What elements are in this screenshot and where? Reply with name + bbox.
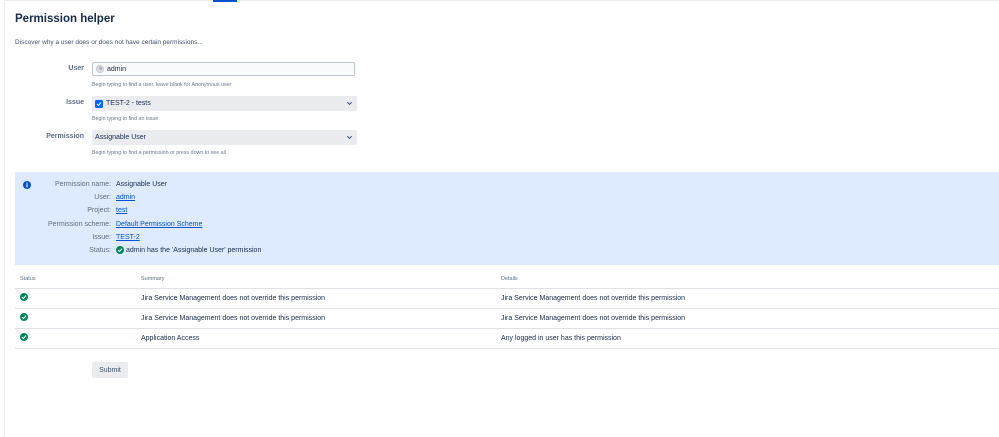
info-project-link[interactable]: test — [116, 207, 127, 214]
permission-select[interactable]: Assignable User — [92, 130, 357, 145]
avatar-icon — [96, 65, 104, 73]
permission-name-label: Permission name: — [54, 181, 111, 188]
info-status-label: Status: — [89, 247, 111, 254]
page-top-border — [4, 0, 999, 1]
row-details: Any logged in user has this permission — [501, 335, 621, 342]
page-description: Discover why a user does or does not hav… — [15, 39, 203, 46]
summary-column-header: Summary — [141, 276, 165, 282]
details-column-header: Details — [501, 276, 518, 282]
check-circle-icon — [20, 333, 28, 341]
info-issue-link[interactable]: TEST-2 — [116, 234, 140, 241]
info-issue-label: Issue: — [92, 234, 111, 241]
info-status: admin has the 'Assignable User' permissi… — [116, 246, 261, 254]
info-scheme-label: Permission scheme: — [47, 221, 111, 228]
info-user-link[interactable]: admin — [116, 194, 135, 201]
row-summary: Jira Service Management does not overrid… — [141, 295, 326, 302]
issue-label: Issue — [66, 99, 84, 106]
issue-hint: Begin typing to find an issue — [92, 116, 159, 122]
result-info-panel: Permission name: Assignable User User: a… — [15, 172, 999, 265]
permission-name-value: Assignable User — [116, 181, 167, 188]
permission-value: Assignable User — [95, 134, 146, 141]
check-circle-icon — [20, 313, 28, 321]
submit-button[interactable]: Submit — [92, 362, 128, 378]
info-scheme-link[interactable]: Default Permission Scheme — [116, 221, 202, 228]
table-row: Jira Service Management does not overrid… — [15, 288, 999, 308]
row-summary: Jira Service Management does not overrid… — [141, 315, 326, 322]
row-summary: Application Access — [141, 335, 200, 342]
table-bottom-divider — [15, 348, 999, 349]
check-circle-icon — [116, 246, 124, 254]
user-picker-input[interactable]: admin — [92, 62, 355, 76]
info-project-label: Project: — [87, 207, 111, 214]
table-row: Jira Service Management does not overrid… — [15, 308, 999, 328]
row-details: Jira Service Management does not overrid… — [501, 295, 686, 302]
info-status-text: admin has the 'Assignable User' permissi… — [126, 246, 262, 254]
task-checkbox-icon — [95, 99, 103, 108]
issue-select[interactable]: TEST-2 - tests — [92, 96, 357, 111]
permission-hint: Begin typing to find a permission or pre… — [92, 150, 226, 156]
issue-value: TEST-2 - tests — [106, 100, 151, 107]
status-column-header: Status — [20, 276, 36, 282]
active-tab-indicator — [213, 0, 237, 2]
row-details: Jira Service Management does not overrid… — [501, 315, 686, 322]
user-value: admin — [107, 65, 127, 73]
chevron-down-icon — [346, 101, 353, 106]
page-left-border — [4, 0, 5, 437]
check-circle-icon — [20, 293, 28, 301]
info-user-label: User: — [94, 194, 111, 201]
table-row: Application Access Any logged in user ha… — [15, 328, 999, 348]
permission-label: Permission — [46, 133, 84, 140]
user-hint: Begin typing to find a user, leave blank… — [92, 82, 232, 88]
page-title: Permission helper — [15, 13, 115, 25]
user-label: User — [68, 65, 84, 72]
chevron-down-icon — [346, 135, 353, 140]
